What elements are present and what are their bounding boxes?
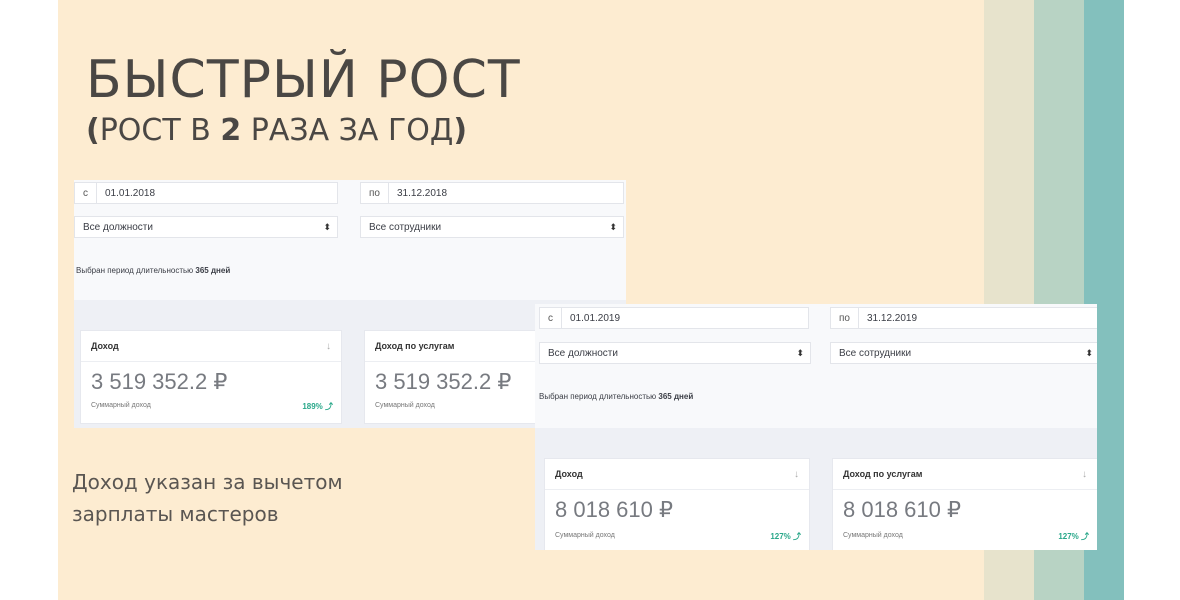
- income-card: Доход ↓ 3 519 352.2 ₽ Суммарный доход 18…: [80, 330, 342, 424]
- date-to-field[interactable]: по 31.12.2019: [830, 307, 1097, 329]
- date-to-prefix: по: [831, 308, 859, 328]
- period-text: Выбран период длительностью: [76, 266, 194, 275]
- income-caption: Суммарный доход: [91, 402, 151, 409]
- slide-title: БЫСТРЫЙ РОСТ: [86, 50, 521, 110]
- positions-select[interactable]: Все должности ⬍: [74, 216, 338, 238]
- services-caption: Суммарный доход: [375, 402, 435, 409]
- income-amount: 3 519 352.2 ₽: [91, 369, 228, 394]
- sort-arrow-icon[interactable]: ↓: [1082, 469, 1087, 480]
- employees-value: Все сотрудники: [839, 347, 912, 359]
- report-screenshot-2019: с 01.01.2019 по 31.12.2019 Все должности…: [535, 304, 1097, 550]
- positions-select[interactable]: Все должности ⬍: [539, 342, 811, 364]
- services-caption: Суммарный доход: [843, 532, 903, 539]
- employees-select[interactable]: Все сотрудники ⬍: [830, 342, 1097, 364]
- services-card-label: Доход по услугам: [375, 341, 455, 351]
- income-card-header[interactable]: Доход ↓: [545, 459, 809, 490]
- slide-subtitle: (РОСТ В 2 РАЗА ЗА ГОД): [86, 113, 467, 148]
- date-from-value: 01.01.2018: [105, 187, 156, 199]
- income-card-label: Доход: [555, 469, 583, 479]
- services-growth-badge: 127% ⤴: [1058, 532, 1089, 541]
- subtitle-rest: РАЗА ЗА ГОД: [241, 113, 454, 148]
- subtitle-text: РОСТ В: [99, 113, 221, 148]
- period-info: Выбран период длительностью 365 дней: [76, 266, 230, 275]
- services-amount: 3 519 352.2 ₽: [375, 369, 512, 394]
- note-line-1: Доход указан за вычетом: [72, 470, 343, 494]
- date-from-prefix: с: [540, 308, 562, 328]
- income-card-header[interactable]: Доход ↓: [81, 331, 341, 362]
- date-from-prefix: с: [75, 183, 97, 203]
- date-to-value: 31.12.2018: [396, 187, 448, 199]
- income-card-label: Доход: [91, 341, 119, 351]
- services-card-label: Доход по услугам: [843, 469, 923, 479]
- services-income-card: Доход по услугам ↓ 8 018 610 ₽ Суммарный…: [832, 458, 1097, 550]
- sort-arrow-icon[interactable]: ↓: [326, 341, 331, 352]
- income-growth-badge: 127% ⤴: [770, 532, 801, 541]
- income-note: Доход указан за вычетом зарплаты мастеро…: [72, 466, 343, 530]
- employees-select[interactable]: Все сотрудники ⬍: [360, 216, 624, 238]
- income-amount: 8 018 610 ₽: [555, 497, 673, 522]
- services-card-header[interactable]: Доход по услугам ↓: [833, 459, 1097, 490]
- select-arrows-icon: ⬍: [796, 347, 804, 358]
- select-arrows-icon: ⬍: [323, 221, 331, 232]
- date-to-value: 31.12.2019: [866, 312, 918, 324]
- positions-value: Все должности: [83, 221, 153, 233]
- date-from-value: 01.01.2019: [570, 312, 621, 324]
- period-info: Выбран период длительностью 365 дней: [539, 392, 693, 401]
- subtitle-number: 2: [220, 113, 242, 148]
- income-growth-badge: 189% ⤴: [302, 402, 333, 411]
- positions-value: Все должности: [548, 347, 618, 359]
- date-to-field[interactable]: по 31.12.2018: [360, 182, 624, 204]
- note-line-2: зарплаты мастеров: [72, 502, 279, 526]
- date-from-field[interactable]: с 01.01.2018: [74, 182, 338, 204]
- subtitle-open-paren: (: [86, 113, 100, 148]
- sort-arrow-icon[interactable]: ↓: [794, 469, 799, 480]
- date-from-field[interactable]: с 01.01.2019: [539, 307, 809, 329]
- select-arrows-icon: ⬍: [1085, 347, 1093, 358]
- period-text: Выбран период длительностью: [539, 392, 657, 401]
- services-amount: 8 018 610 ₽: [843, 497, 961, 522]
- subtitle-close-paren: ): [453, 113, 468, 148]
- income-caption: Суммарный доход: [555, 532, 615, 539]
- period-days: 365 дней: [195, 266, 231, 275]
- employees-value: Все сотрудники: [369, 221, 442, 233]
- date-to-prefix: по: [361, 183, 389, 203]
- income-card: Доход ↓ 8 018 610 ₽ Суммарный доход 127%…: [544, 458, 810, 550]
- select-arrows-icon: ⬍: [609, 221, 617, 232]
- period-days: 365 дней: [658, 392, 694, 401]
